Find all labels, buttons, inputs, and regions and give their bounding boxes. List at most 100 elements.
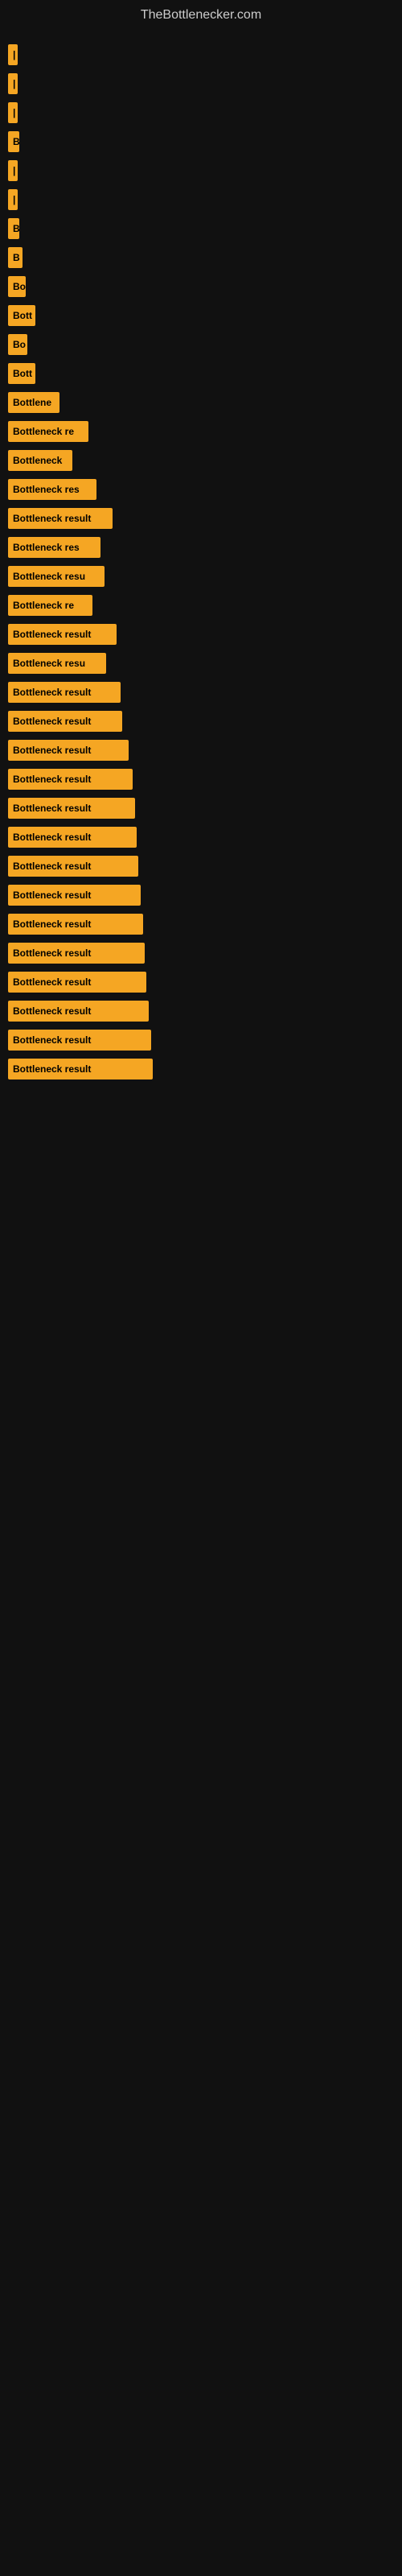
bar-label-text: Bott	[13, 368, 32, 379]
bar-label: Bottleneck result	[8, 914, 143, 935]
bar-label-text: Bottleneck result	[13, 976, 91, 988]
bar-label: Bottleneck res	[8, 537, 100, 558]
bar-row: Bottleneck resu	[8, 651, 394, 675]
bar-label-text: Bottleneck result	[13, 861, 91, 872]
bar-row: Bottleneck result	[8, 680, 394, 704]
bar-label: Bottleneck result	[8, 769, 133, 790]
bar-row: Bottleneck result	[8, 941, 394, 965]
bar-row: Bottleneck result	[8, 767, 394, 791]
bar-row: Bottleneck result	[8, 854, 394, 878]
bar-label: Bottleneck result	[8, 1001, 149, 1022]
bar-label: Bottlene	[8, 392, 59, 413]
bar-label-text: Bottleneck result	[13, 513, 91, 524]
bar-label-text: Bottleneck result	[13, 803, 91, 814]
bar-label-text: |	[13, 78, 15, 89]
bar-row: Bottleneck result	[8, 970, 394, 994]
bar-row: Bottleneck result	[8, 912, 394, 936]
bar-label: Bottleneck res	[8, 479, 96, 500]
bar-label-text: Bottleneck re	[13, 600, 74, 611]
bar-label: Bott	[8, 305, 35, 326]
bar-row: Bottleneck result	[8, 709, 394, 733]
bar-label-text: |	[13, 194, 15, 205]
bar-row: Bottlene	[8, 390, 394, 415]
bar-row: Bottleneck re	[8, 593, 394, 617]
bar-label-text: Bottleneck resu	[13, 658, 85, 669]
bar-label-text: Bottleneck result	[13, 774, 91, 785]
bar-label-text: Bottleneck res	[13, 542, 80, 553]
bar-label: Bottleneck result	[8, 682, 121, 703]
bar-label: Bo	[8, 276, 26, 297]
bar-label-text: B	[13, 252, 20, 263]
bar-row: Bo	[8, 332, 394, 357]
bar-label: |	[8, 189, 18, 210]
bar-label: Bottleneck result	[8, 885, 141, 906]
bar-row: Bottleneck re	[8, 419, 394, 444]
bar-row: Bottleneck result	[8, 506, 394, 530]
bar-label-text: |	[13, 49, 15, 60]
bar-label-text: Bottleneck result	[13, 947, 91, 959]
bar-label-text: Bottleneck result	[13, 687, 91, 698]
site-title: TheBottlenecker.com	[0, 0, 402, 27]
bar-label-text: Bottleneck result	[13, 890, 91, 901]
bar-row: |	[8, 188, 394, 212]
bar-label: Bottleneck re	[8, 421, 88, 442]
bar-label-text: Bo	[13, 281, 26, 292]
bar-row: Bottleneck resu	[8, 564, 394, 588]
bar-row: |	[8, 159, 394, 183]
bar-row: Bottleneck result	[8, 1028, 394, 1052]
bar-row: Bottleneck result	[8, 825, 394, 849]
bar-label-text: Bottleneck result	[13, 1063, 91, 1075]
bar-row: Bottleneck	[8, 448, 394, 473]
bar-row: |	[8, 101, 394, 125]
bar-label-text: Bottleneck re	[13, 426, 74, 437]
bar-label: Bottleneck result	[8, 1059, 153, 1080]
bar-label-text: Bottleneck result	[13, 1005, 91, 1017]
bar-label-text: Bottleneck result	[13, 629, 91, 640]
bar-label-text: B	[13, 136, 19, 147]
bar-row: Bottleneck result	[8, 622, 394, 646]
bar-label-text: B	[13, 223, 19, 234]
bar-label: Bottleneck result	[8, 711, 122, 732]
bar-label-text: Bottleneck result	[13, 745, 91, 756]
bar-label: Bottleneck re	[8, 595, 92, 616]
bar-label: Bottleneck result	[8, 624, 117, 645]
bar-row: Bottleneck result	[8, 883, 394, 907]
bar-label-text: |	[13, 165, 15, 176]
bar-label: Bottleneck result	[8, 798, 135, 819]
bar-label: Bottleneck result	[8, 740, 129, 761]
bar-label: Bottleneck result	[8, 827, 137, 848]
bar-label: Bo	[8, 334, 27, 355]
bar-row: Bottleneck result	[8, 738, 394, 762]
bar-row: B	[8, 130, 394, 154]
bar-label: |	[8, 44, 18, 65]
bar-label: Bottleneck result	[8, 972, 146, 993]
bar-label-text: Bottleneck resu	[13, 571, 85, 582]
bar-row: Bottleneck result	[8, 999, 394, 1023]
bar-label-text: Bottleneck res	[13, 484, 80, 495]
bar-label-text: Bottleneck result	[13, 832, 91, 843]
bar-row: Bottleneck result	[8, 1057, 394, 1081]
bar-row: Bottleneck res	[8, 535, 394, 559]
bar-row: Bo	[8, 275, 394, 299]
bar-label-text: Bottleneck result	[13, 716, 91, 727]
bar-label: Bottleneck	[8, 450, 72, 471]
bar-label: Bottleneck result	[8, 508, 113, 529]
bar-label: Bott	[8, 363, 35, 384]
bars-container: | | | B | | B B Bo Bott Bo Bott Bottlene Bottleneck r…	[0, 27, 402, 1094]
bar-label: Bottleneck resu	[8, 653, 106, 674]
bar-label-text: Bottleneck result	[13, 919, 91, 930]
site-title-text: TheBottlenecker.com	[141, 8, 261, 22]
bar-row: |	[8, 43, 394, 67]
bar-label: B	[8, 247, 23, 268]
bar-label: B	[8, 131, 19, 152]
bar-label: Bottleneck result	[8, 1030, 151, 1051]
bar-row: Bottleneck result	[8, 796, 394, 820]
bar-label-text: Bottleneck	[13, 455, 62, 466]
bar-row: Bottleneck res	[8, 477, 394, 502]
bar-label: |	[8, 160, 18, 181]
bar-label: |	[8, 73, 18, 94]
bar-label-text: Bottleneck result	[13, 1034, 91, 1046]
bar-label-text: Bott	[13, 310, 32, 321]
bar-row: B	[8, 246, 394, 270]
bar-label-text: Bo	[13, 339, 26, 350]
